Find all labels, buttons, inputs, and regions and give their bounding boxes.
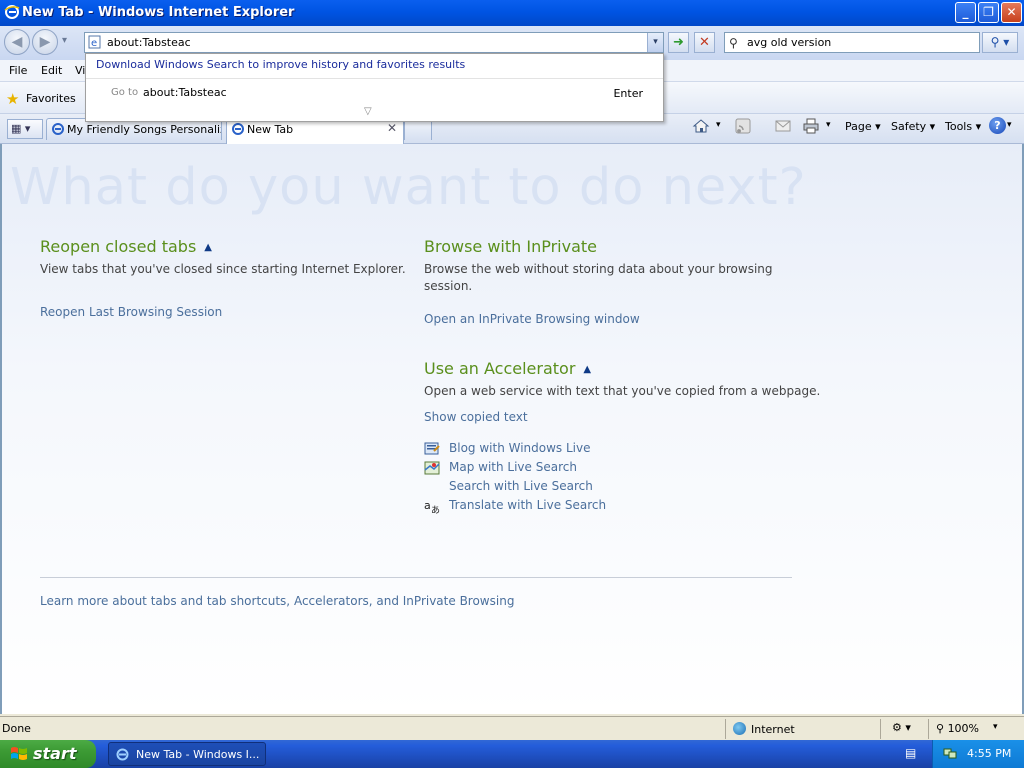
map-icon	[424, 461, 440, 475]
back-button[interactable]: ◀	[4, 29, 30, 55]
network-icon[interactable]	[943, 746, 957, 760]
svg-text:a: a	[424, 499, 431, 512]
menu-edit[interactable]: Edit	[41, 64, 62, 77]
tools-menu[interactable]: Tools ▾	[945, 120, 981, 133]
ie-logo-icon	[116, 748, 129, 761]
tab-label: My Friendly Songs Personaliz...	[67, 123, 222, 136]
go-button[interactable]: ➜	[668, 32, 689, 53]
collapse-caret-icon[interactable]: ▲	[583, 364, 591, 375]
favorites-button[interactable]: Favorites	[26, 92, 76, 105]
blog-icon	[424, 442, 440, 455]
ie-page-icon	[52, 123, 64, 135]
svg-text:e: e	[91, 38, 97, 49]
clock: 4:55 PM	[967, 747, 1012, 760]
enter-hint: Enter	[613, 87, 643, 100]
reopen-tabs-description: View tabs that you've closed since start…	[40, 262, 406, 276]
ie-logo-icon	[4, 5, 20, 19]
help-icon[interactable]: ?	[989, 117, 1006, 134]
status-text: Done	[2, 722, 31, 735]
recent-pages-dropdown[interactable]: ▾	[62, 35, 67, 46]
help-dropdown-icon[interactable]: ▾	[1007, 120, 1012, 130]
learn-more-link[interactable]: Learn more about tabs and tab shortcuts,…	[40, 594, 514, 608]
accelerator-heading[interactable]: Use an Accelerator ▲	[424, 359, 591, 378]
keyboard-icon[interactable]: ▤	[905, 746, 916, 760]
taskbar-item-label: New Tab - Windows I...	[136, 748, 260, 761]
status-bar: Done Internet ⚙ ▾ ⚲ 100% ▾	[0, 716, 1024, 740]
divider	[880, 719, 881, 739]
safety-menu[interactable]: Safety ▾	[891, 120, 935, 133]
page-title: What do you want to do next?	[10, 158, 807, 217]
address-dropdown-icon[interactable]: ▾	[647, 33, 663, 52]
collapse-caret-icon[interactable]: ▲	[204, 242, 212, 253]
reopen-tabs-heading[interactable]: Reopen closed tabs ▲	[40, 237, 212, 256]
page-menu[interactable]: Page ▾	[845, 120, 881, 133]
close-button[interactable]: ✕	[1001, 2, 1022, 23]
home-dropdown-icon[interactable]: ▾	[716, 120, 721, 130]
accelerator-search-link[interactable]: Search with Live Search	[449, 479, 593, 493]
system-tray: 4:55 PM	[932, 740, 1024, 768]
tab-new-tab[interactable]: New Tab ✕	[226, 118, 404, 145]
maximize-button[interactable]: ❐	[978, 2, 999, 23]
expand-chevron-icon[interactable]: ▽	[364, 106, 372, 117]
show-copied-text-link[interactable]: Show copied text	[424, 410, 528, 424]
forward-button[interactable]: ▶	[32, 29, 58, 55]
window-title: New Tab - Windows Internet Explorer	[22, 5, 295, 20]
inprivate-heading: Browse with InPrivate	[424, 237, 598, 256]
inprivate-description: Browse the web without storing data abou…	[424, 262, 773, 293]
address-autocomplete-dropdown: Download Windows Search to improve histo…	[85, 53, 664, 122]
windows-logo-icon	[11, 747, 27, 760]
security-zone[interactable]: Internet	[733, 722, 795, 736]
search-input[interactable]: avg old version	[747, 36, 831, 49]
home-icon[interactable]	[692, 117, 710, 135]
tab-label: New Tab	[247, 123, 294, 136]
start-label: start	[33, 744, 77, 763]
svg-text:あ: あ	[431, 505, 440, 514]
ie-page-icon	[232, 123, 244, 135]
favorites-star-icon[interactable]: ★	[6, 90, 19, 108]
divider	[86, 78, 663, 79]
reopen-last-session-link[interactable]: Reopen Last Browsing Session	[40, 305, 222, 319]
page-icon: e	[88, 35, 101, 49]
stop-button[interactable]: ✕	[694, 32, 715, 53]
divider	[928, 719, 929, 739]
address-input[interactable]: about:Tabsteac	[107, 36, 191, 49]
search-box[interactable]: ⚲ avg old version	[724, 32, 980, 53]
print-icon[interactable]	[802, 117, 820, 135]
open-inprivate-link[interactable]: Open an InPrivate Browsing window	[424, 312, 640, 326]
menu-file[interactable]: File	[9, 64, 27, 77]
zoom-control[interactable]: ⚲ 100%	[936, 722, 979, 735]
accelerator-translate-link[interactable]: Translate with Live Search	[449, 498, 606, 512]
print-dropdown-icon[interactable]: ▾	[826, 120, 831, 130]
translate-icon: a あ	[424, 499, 440, 514]
accelerator-description: Open a web service with text that you've…	[424, 384, 821, 398]
search-button[interactable]: ⚲ ▾	[982, 32, 1018, 53]
globe-icon	[733, 722, 746, 735]
taskbar-item-ie[interactable]: New Tab - Windows I...	[108, 742, 266, 766]
tab-close-icon[interactable]: ✕	[387, 121, 397, 135]
menu-view[interactable]: Vi	[75, 64, 85, 77]
quick-tabs-button[interactable]: ▦ ▾	[7, 119, 43, 139]
protected-mode-icon[interactable]: ⚙ ▾	[892, 721, 911, 734]
search-icon: ⚲	[729, 36, 738, 50]
windows-search-promo-link[interactable]: Download Windows Search to improve histo…	[96, 58, 465, 71]
feeds-icon[interactable]	[734, 117, 752, 135]
title-bar[interactable]: New Tab - Windows Internet Explorer _ ❐ …	[0, 0, 1024, 26]
mail-icon[interactable]	[774, 117, 792, 135]
divider	[725, 719, 726, 739]
minimize-button[interactable]: _	[955, 2, 976, 23]
goto-label: Go to	[111, 87, 139, 98]
start-button[interactable]: start	[0, 740, 96, 768]
zoom-dropdown-icon[interactable]: ▾	[993, 722, 998, 732]
taskbar: start New Tab - Windows I... ▤ 4:55 PM	[0, 740, 1024, 768]
accelerator-blog-link[interactable]: Blog with Windows Live	[449, 441, 591, 455]
address-bar[interactable]: e about:Tabsteac ▾	[84, 32, 664, 53]
divider	[40, 577, 792, 578]
new-tab-page: What do you want to do next? Reopen clos…	[0, 144, 1024, 714]
accelerator-map-link[interactable]: Map with Live Search	[449, 460, 577, 474]
goto-suggestion[interactable]: about:Tabsteac	[143, 86, 227, 99]
